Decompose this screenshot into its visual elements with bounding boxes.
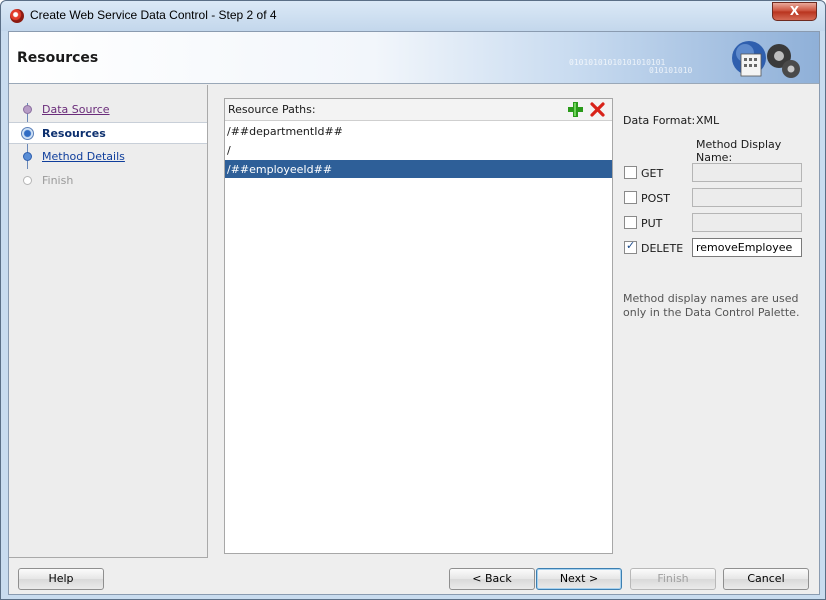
step-label-resources: Resources xyxy=(42,127,106,140)
delete-icon[interactable] xyxy=(590,102,605,117)
resource-paths-list[interactable]: Resource Paths: /##departmentId## / /##e… xyxy=(224,98,613,554)
title-bar[interactable]: Create Web Service Data Control - Step 2… xyxy=(1,1,825,31)
method-row-delete: DELETE xyxy=(623,238,813,258)
get-label[interactable]: GET xyxy=(641,167,663,180)
get-checkbox[interactable] xyxy=(624,166,637,179)
header-banner: Resources 01010101010101010101 010101010 xyxy=(9,32,819,84)
step-disabled-dot-icon xyxy=(23,176,32,185)
dialog-body: Resources 01010101010101010101 010101010 xyxy=(8,31,820,595)
step-current-dot-icon xyxy=(21,127,34,140)
step-method-details[interactable]: Method Details xyxy=(9,146,207,168)
back-button[interactable]: < Back xyxy=(449,568,535,590)
step-data-source[interactable]: Data Source xyxy=(9,99,207,121)
step-label-method-details[interactable]: Method Details xyxy=(42,150,125,163)
method-display-name-label: Method Display Name: xyxy=(696,138,782,164)
step-visited-dot-icon xyxy=(23,105,32,114)
get-display-name-field xyxy=(692,163,802,182)
next-button[interactable]: Next > xyxy=(536,568,622,590)
app-icon xyxy=(10,9,24,23)
delete-checkbox[interactable] xyxy=(624,239,637,254)
method-row-get: GET xyxy=(623,163,813,183)
post-label[interactable]: POST xyxy=(641,192,670,205)
put-display-name-field xyxy=(692,213,802,232)
window-title: Create Web Service Data Control - Step 2… xyxy=(30,8,277,22)
step-resources[interactable]: Resources xyxy=(9,122,207,144)
resource-paths-header: Resource Paths: xyxy=(225,99,612,121)
resource-paths-label: Resource Paths: xyxy=(228,103,316,116)
data-format-label: Data Format: xyxy=(623,114,696,127)
cancel-button[interactable]: Cancel xyxy=(723,568,809,590)
dialog-window: Create Web Service Data Control - Step 2… xyxy=(0,0,826,600)
list-item-selected[interactable]: /##employeeId## xyxy=(225,160,612,178)
data-format-value: XML xyxy=(696,114,720,127)
step-finish: Finish xyxy=(9,170,207,192)
step-label-finish: Finish xyxy=(42,174,74,187)
post-display-name-field xyxy=(692,188,802,207)
method-row-put: PUT xyxy=(623,213,813,233)
wizard-steps-panel: Data Source Resources Method Details Fin… xyxy=(9,85,208,558)
delete-label[interactable]: DELETE xyxy=(641,242,683,255)
list-item[interactable]: / xyxy=(225,141,612,159)
close-button[interactable]: X xyxy=(772,2,817,21)
finish-button: Finish xyxy=(630,568,716,590)
add-icon[interactable] xyxy=(568,102,583,117)
put-checkbox[interactable] xyxy=(624,216,637,229)
method-row-post: POST xyxy=(623,188,813,208)
method-display-note: Method display names are used only in th… xyxy=(623,292,800,319)
page-title: Resources xyxy=(17,50,99,66)
help-button[interactable]: Help xyxy=(18,568,104,590)
put-label[interactable]: PUT xyxy=(641,217,662,230)
delete-display-name-field[interactable] xyxy=(692,238,802,257)
list-item[interactable]: /##departmentId## xyxy=(225,122,612,140)
post-checkbox[interactable] xyxy=(624,191,637,204)
banner-binary-text-2: 010101010 xyxy=(649,66,693,75)
web-service-graphic-icon xyxy=(732,41,800,78)
step-label-data-source[interactable]: Data Source xyxy=(42,103,110,116)
step-dot-icon xyxy=(23,152,32,161)
